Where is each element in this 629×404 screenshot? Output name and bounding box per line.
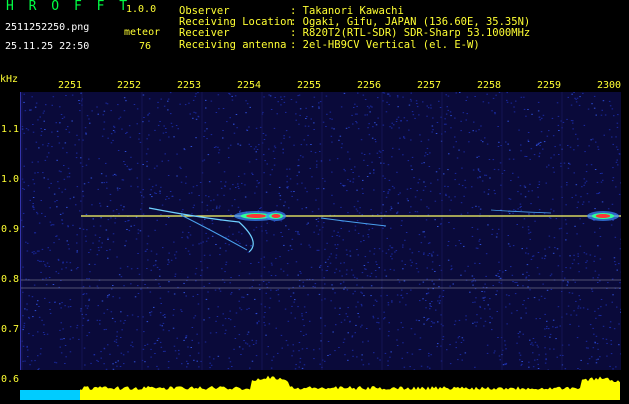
spectrogram	[20, 92, 621, 370]
y-tick-label: 1.0	[1, 174, 19, 185]
app-title: H R O F F T	[6, 1, 131, 12]
signal-baseline	[20, 390, 80, 400]
observation-info-values: : Takanori Kawachi : Ogaki, Gifu, JAPAN …	[290, 6, 530, 51]
x-tick-label: 2258	[477, 80, 501, 91]
x-tick-label: 2254	[237, 80, 261, 91]
echo-burst-core	[596, 214, 610, 218]
x-tick-label: 2259	[537, 80, 561, 91]
x-tick-label: 2255	[297, 80, 321, 91]
observation-datetime: 25.11.25 22:50	[5, 41, 89, 52]
signal-strength-canvas	[20, 372, 620, 400]
x-tick-label: 2251	[58, 80, 82, 91]
x-tick-label: 2256	[357, 80, 381, 91]
y-axis-unit: kHz	[0, 74, 18, 85]
y-tick-label: 0.8	[1, 274, 19, 285]
x-tick-label: 2300	[597, 80, 621, 91]
signal-strength-fill	[80, 376, 620, 400]
meteor-trace	[321, 218, 386, 226]
y-tick-label: 0.6	[1, 374, 19, 385]
noise-field	[21, 92, 621, 370]
x-tick-label: 2252	[117, 80, 141, 91]
y-tick-label: 0.7	[1, 324, 19, 335]
echo-burst-core	[272, 214, 281, 218]
signal-strength-strip	[20, 372, 620, 400]
app-version: 1.0.0	[126, 4, 156, 15]
file-name: 2511252250.png	[5, 22, 89, 33]
meteor-trace	[181, 215, 247, 250]
meteor-count: 76	[139, 41, 151, 52]
meteor-label: meteor	[124, 27, 160, 38]
y-tick-label: 0.9	[1, 224, 19, 235]
y-tick-label: 1.1	[1, 124, 19, 135]
echo-burst-core	[246, 214, 266, 218]
x-tick-label: 2253	[177, 80, 201, 91]
spectrogram-canvas	[21, 92, 621, 370]
observation-info-labels: Observer Receiving Location Receiver Rec…	[179, 6, 293, 51]
x-tick-label: 2257	[417, 80, 441, 91]
minute-grid	[22, 92, 562, 370]
